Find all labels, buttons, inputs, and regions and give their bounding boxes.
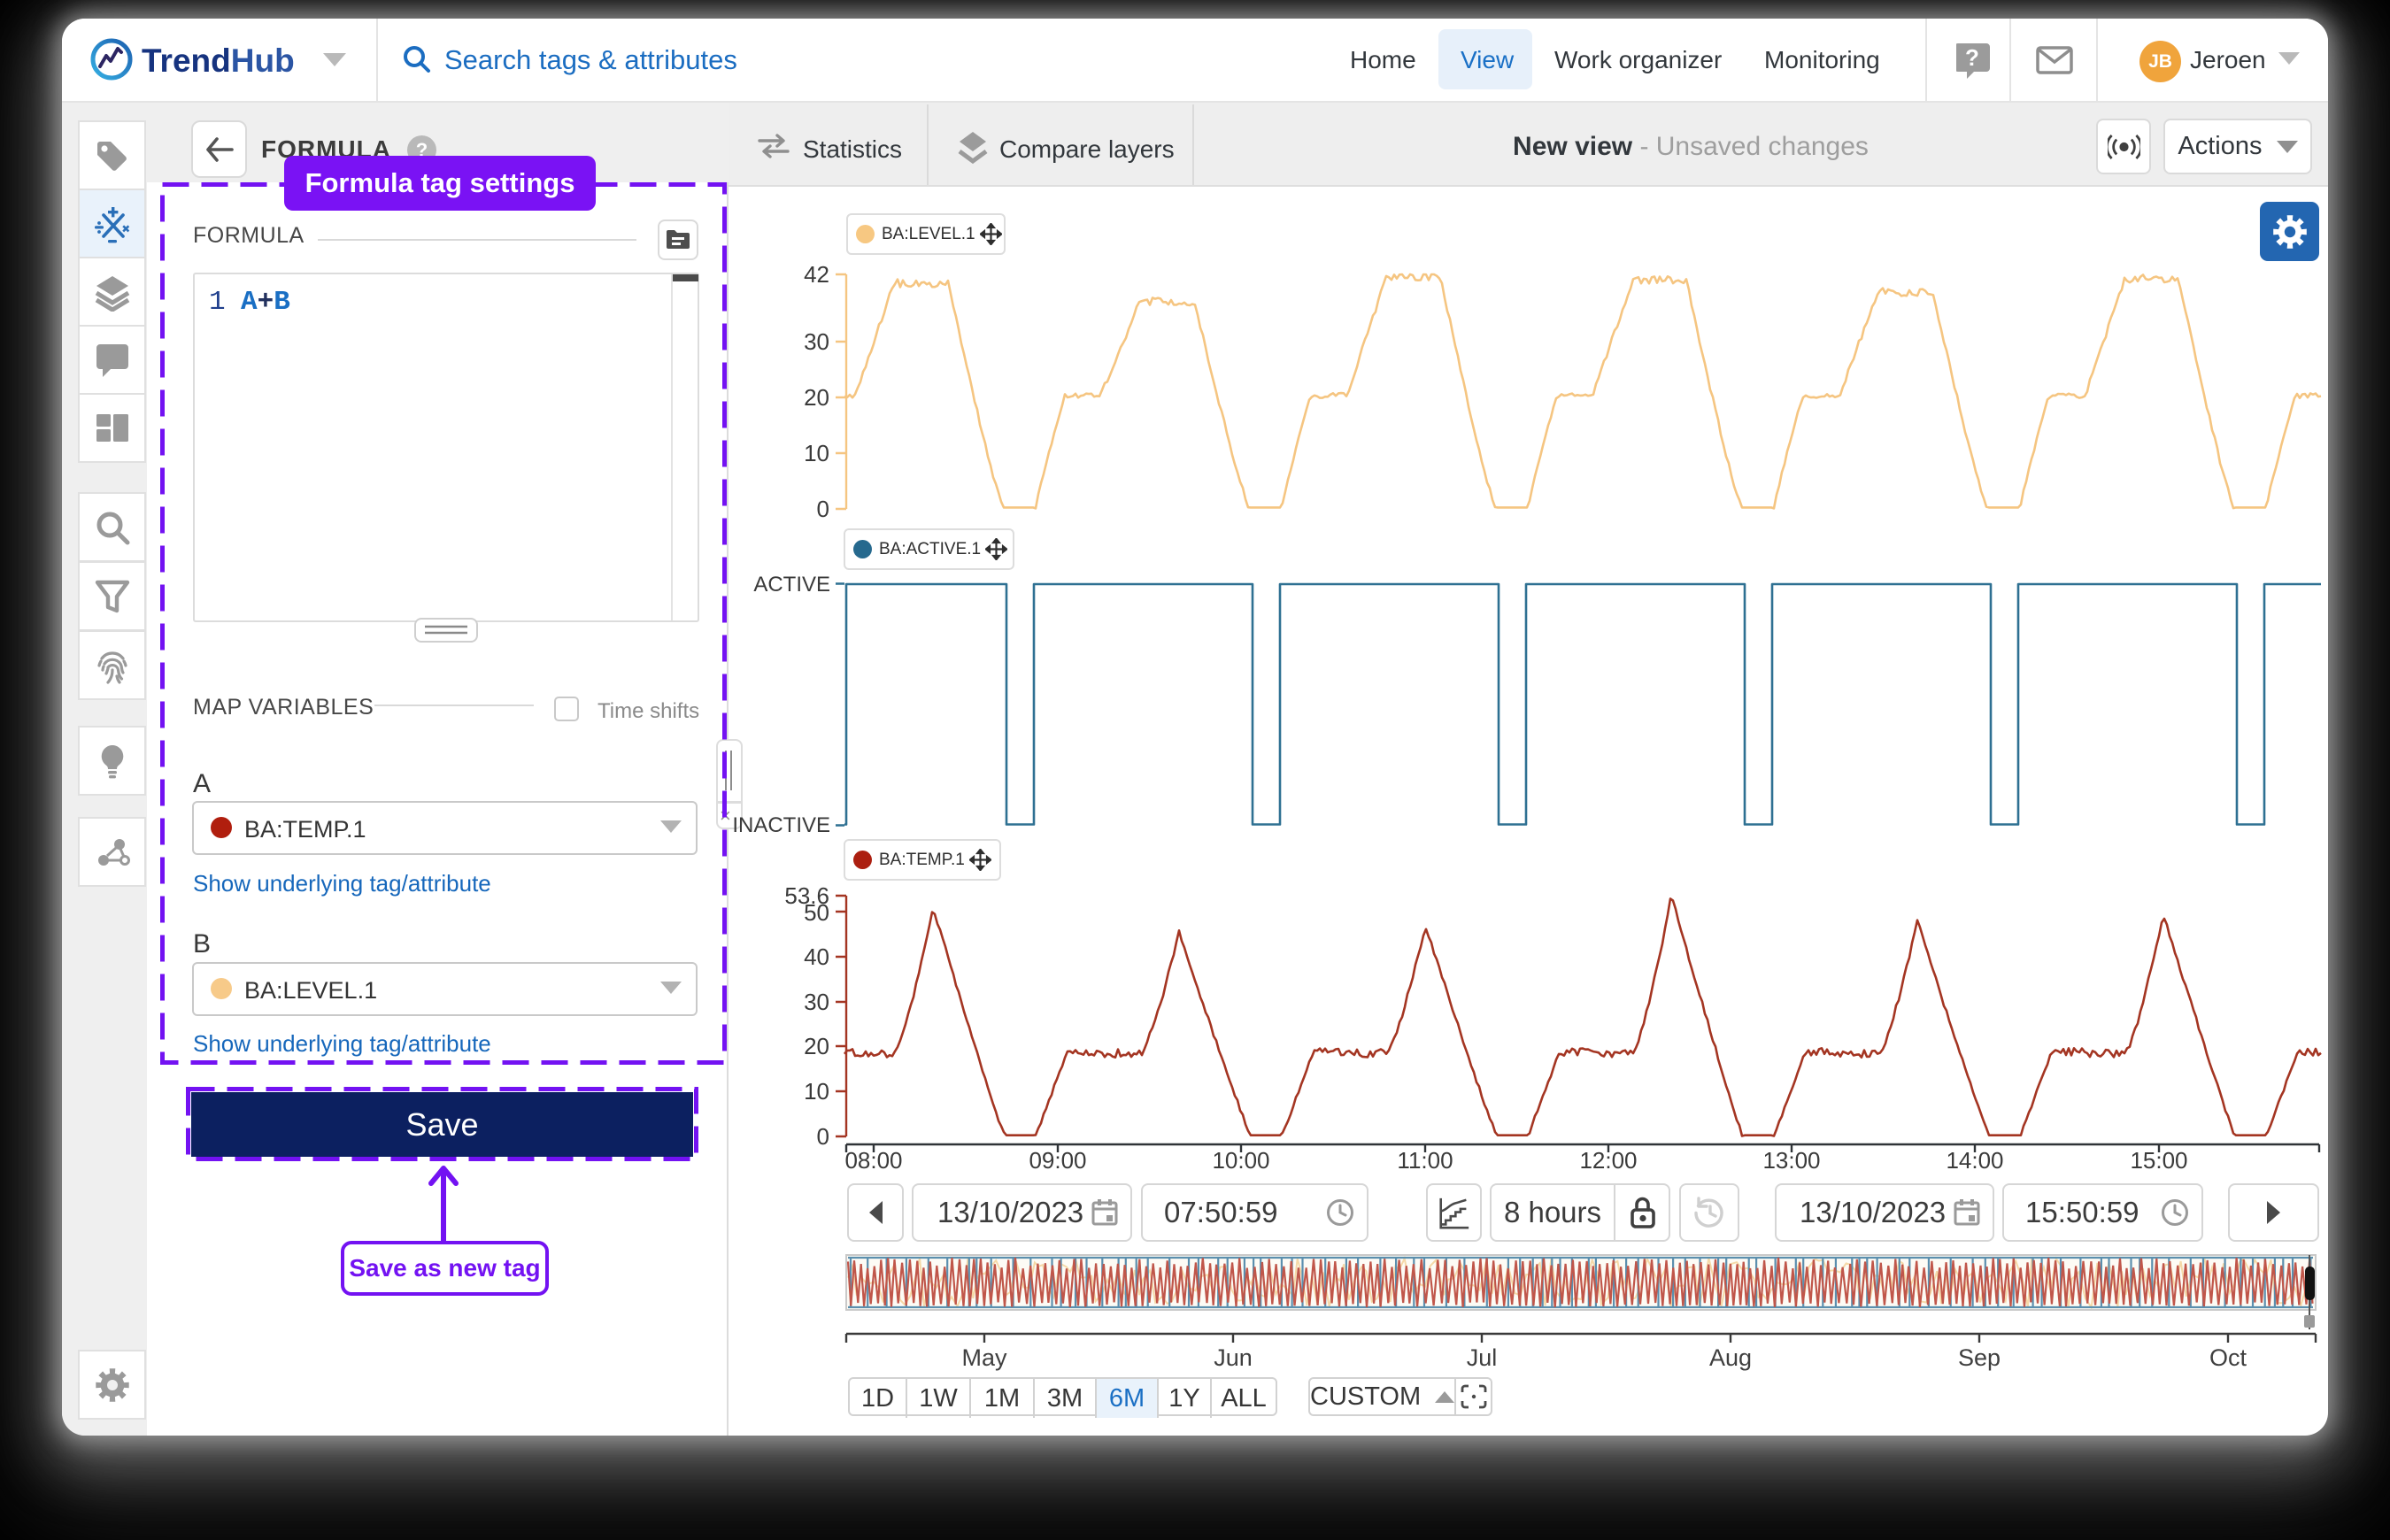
svg-text:INACTIVE: INACTIVE	[732, 813, 830, 837]
svg-text:10: 10	[804, 440, 829, 466]
svg-text:20: 20	[804, 384, 829, 411]
svg-text:10:00: 10:00	[1212, 1147, 1269, 1174]
svg-text:42: 42	[804, 261, 829, 288]
svg-text:12:00: 12:00	[1579, 1147, 1637, 1174]
svg-text:50: 50	[804, 899, 829, 926]
svg-text:40: 40	[804, 943, 829, 970]
svg-text:May: May	[961, 1344, 1007, 1371]
svg-text:ACTIVE: ACTIVE	[753, 573, 830, 597]
svg-text:Jul: Jul	[1467, 1344, 1498, 1371]
svg-text:Jun: Jun	[1214, 1344, 1253, 1371]
svg-text:0: 0	[817, 1123, 829, 1150]
svg-text:15:00: 15:00	[2130, 1147, 2187, 1174]
svg-text:30: 30	[804, 328, 829, 355]
svg-text:08:00: 08:00	[844, 1147, 902, 1174]
svg-text:09:00: 09:00	[1029, 1147, 1086, 1174]
svg-text:11:00: 11:00	[1397, 1147, 1453, 1174]
svg-text:53.6: 53.6	[784, 882, 829, 909]
svg-text:0: 0	[817, 496, 829, 522]
svg-text:20: 20	[804, 1033, 829, 1059]
svg-text:30: 30	[804, 989, 829, 1015]
svg-text:Oct: Oct	[2209, 1344, 2247, 1371]
svg-text:Aug: Aug	[1709, 1344, 1752, 1371]
svg-text:?: ?	[1965, 44, 1979, 71]
svg-text:13:00: 13:00	[1762, 1147, 1820, 1174]
svg-text:Sep: Sep	[1958, 1344, 2001, 1371]
svg-text:14:00: 14:00	[1946, 1147, 2003, 1174]
svg-text:10: 10	[804, 1078, 829, 1105]
